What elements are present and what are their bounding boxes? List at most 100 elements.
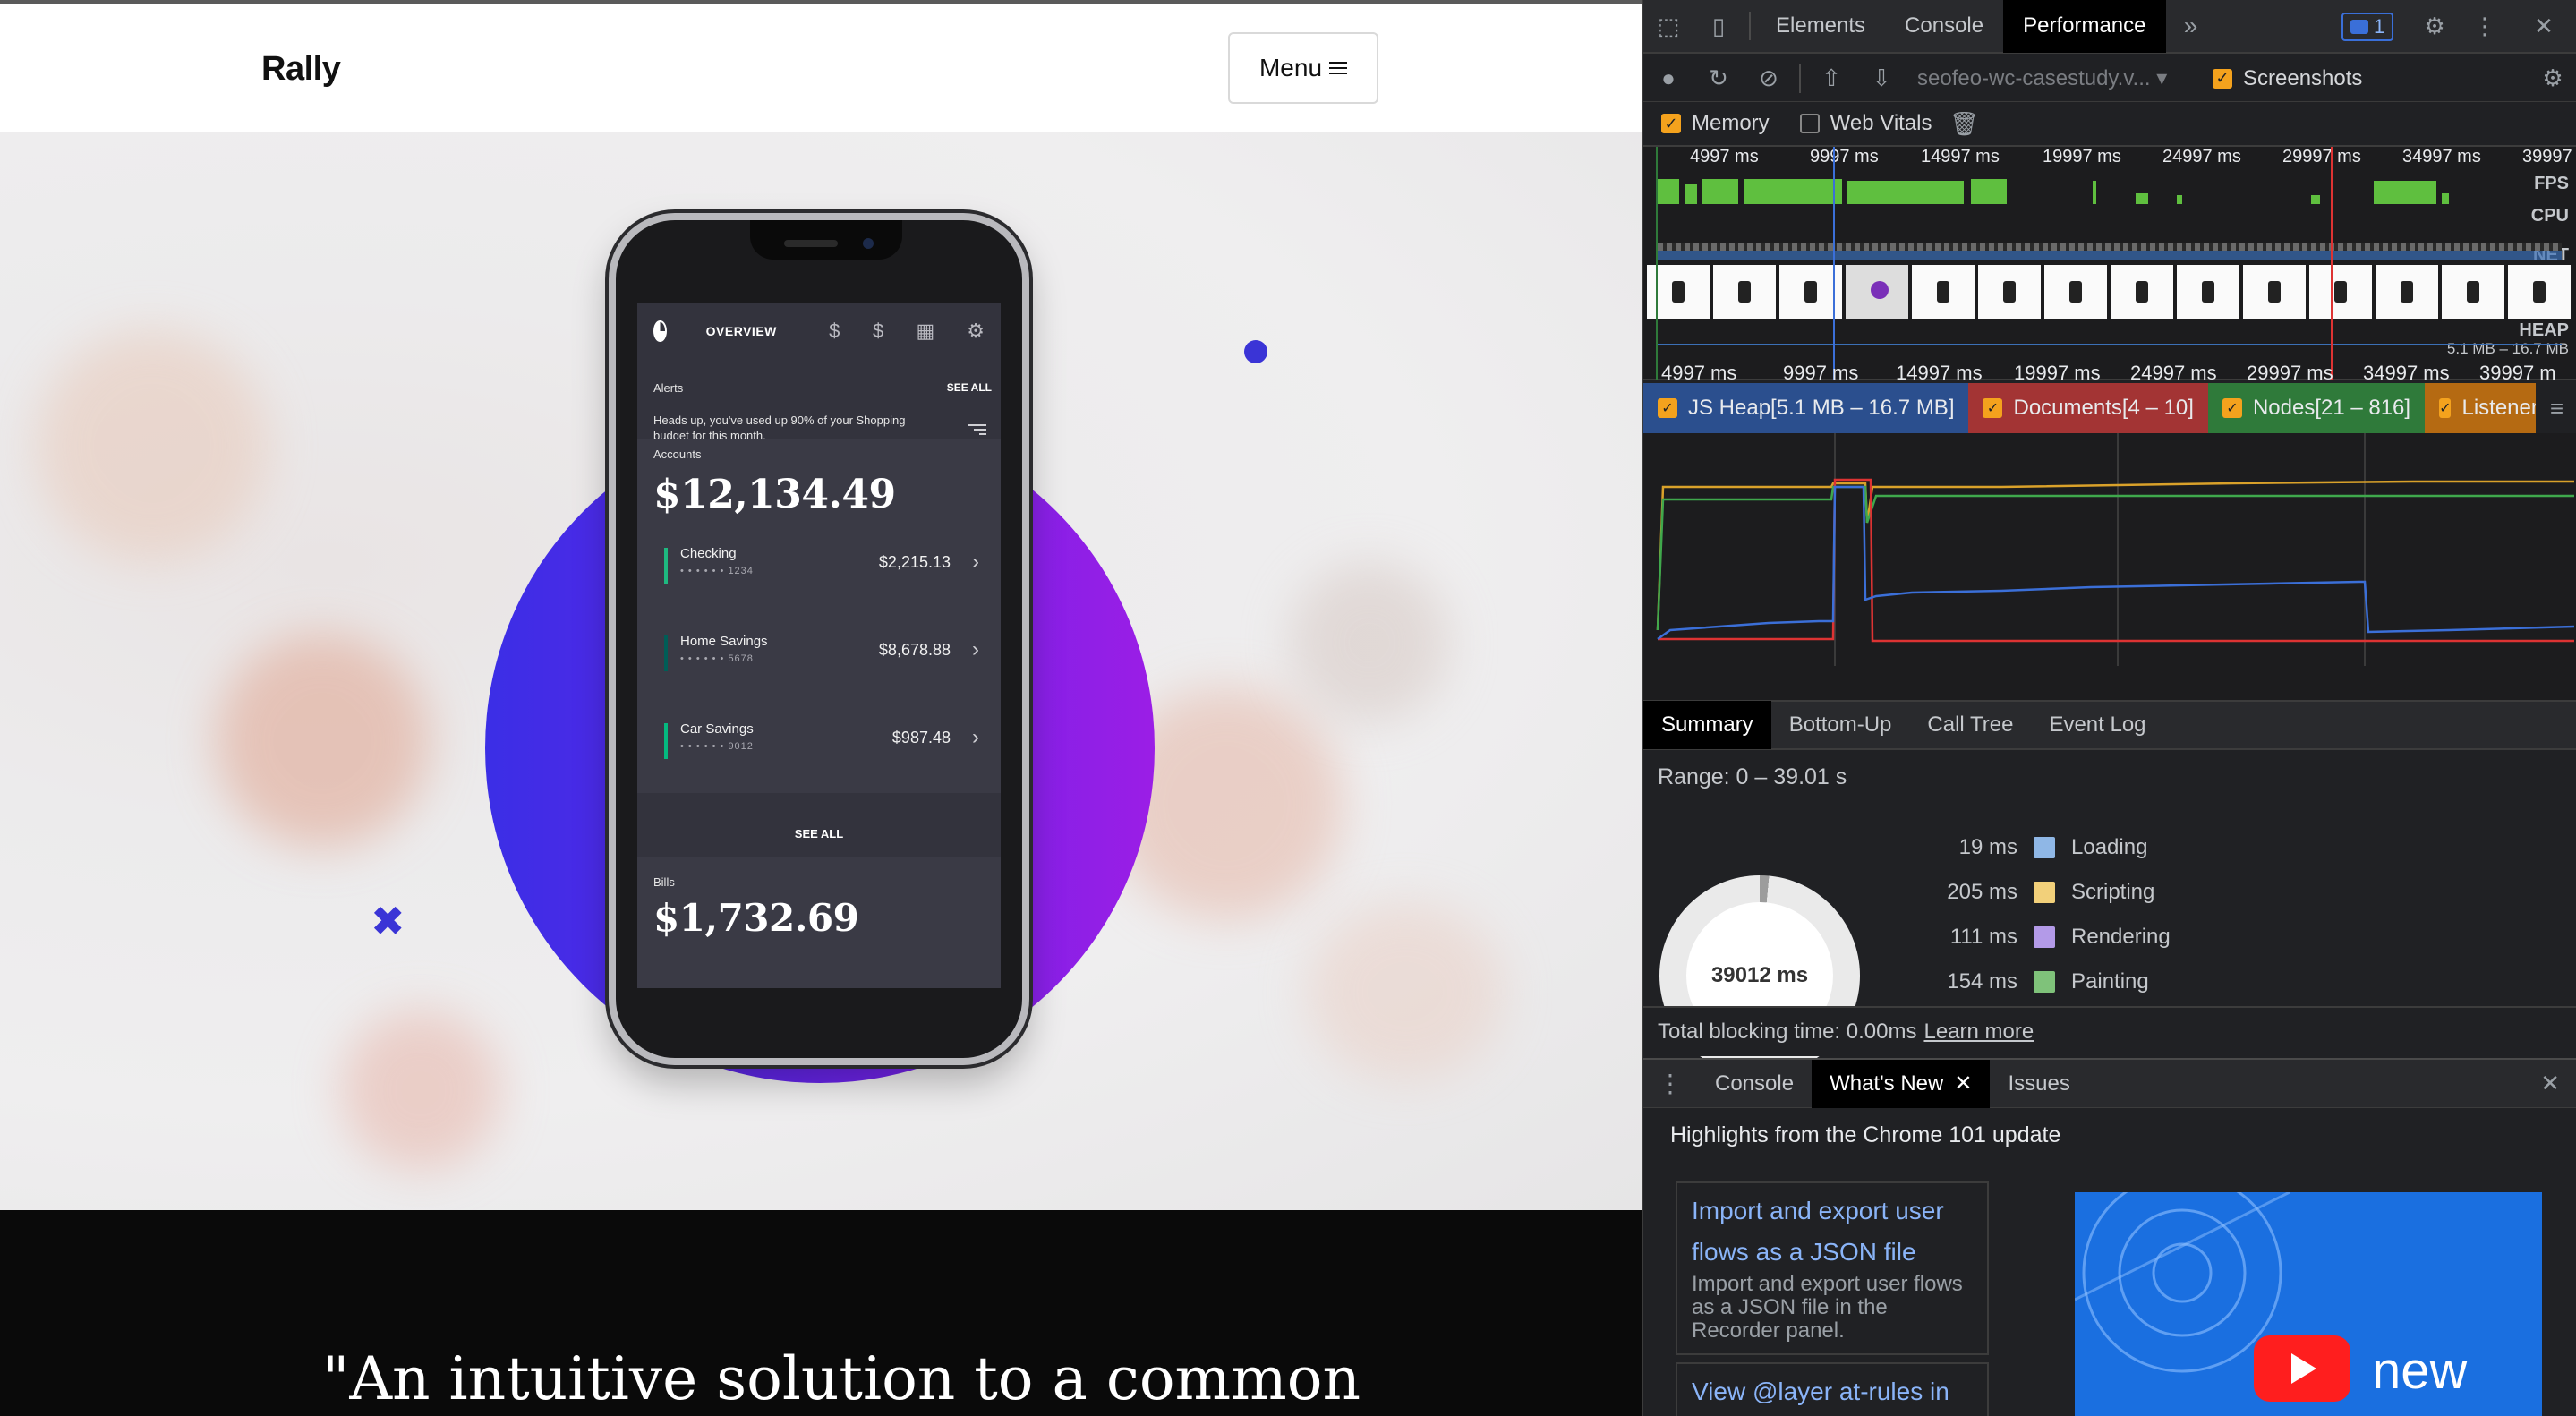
bokeh-light [1289,562,1450,723]
recording-select[interactable]: seofeo-wc-casestudy.v... ▾ [1917,65,2195,91]
drawer-tab-issues[interactable]: Issues [1990,1060,2087,1108]
overview-pie-icon [653,320,667,342]
bokeh-light [215,634,430,849]
nodes-counter[interactable]: ✓ Nodes[21 – 816] [2207,383,2426,433]
checkbox-checked-icon: ✓ [2222,398,2242,418]
js-heap-counter[interactable]: ✓ JS Heap[5.1 MB – 16.7 MB] [1643,383,1969,433]
learn-more-link[interactable]: Learn more [1923,1019,2034,1045]
fps-bar [2093,181,2096,204]
screenshots-checkbox[interactable]: ✓ Screenshots [2213,66,2362,91]
ruler-time-label: 34997 ms [2363,362,2450,384]
phone-camera [863,238,874,249]
account-color-bar [664,635,668,671]
tab-call-tree[interactable]: Call Tree [1909,701,2031,749]
device-toolbar-icon[interactable]: ▯ [1693,0,1744,53]
feature-card-title: View @layer at-rules in [1692,1378,1949,1405]
capture-settings-gear-icon[interactable]: ⚙ [2528,64,2576,92]
feature-card[interactable]: View @layer at-rules in [1676,1362,1989,1416]
legend-swatch [2034,882,2055,903]
bills-card: Bills $1,732.69 [637,857,1001,988]
fps-bar [1744,179,1842,204]
hamburger-icon [1329,62,1348,74]
overview-time-label: 19997 ms [2043,147,2121,166]
summary-legend: 19 ms Loading 205 ms Scripting 111 ms Re… [1894,825,2341,1004]
overview-time-label: 24997 ms [2162,147,2241,166]
screenshots-label: Screenshots [2243,65,2363,90]
memory-checkbox[interactable]: ✓ Memory [1661,111,1770,136]
timeline-overview[interactable]: 4997 ms 9997 ms 14997 ms 19997 ms 24997 … [1643,147,2576,384]
reload-record-icon[interactable]: ↻ [1693,64,1744,92]
more-tabs-icon[interactable]: » [2166,0,2216,53]
gear-icon: ⚙ [967,320,985,342]
tab-summary[interactable]: Summary [1643,701,1771,749]
clear-icon[interactable]: ⊘ [1744,64,1794,92]
tab-event-log[interactable]: Event Log [2031,701,2163,749]
kebab-menu-icon[interactable]: ⋮ [2460,0,2510,53]
account-color-bar [664,723,668,759]
issues-badge[interactable]: 1 [2341,13,2394,41]
youtube-play-icon[interactable] [2254,1335,2350,1402]
accounts-card: Accounts $12,134.49 Checking • • • • • •… [637,439,1001,793]
fps-bar [2177,195,2182,204]
bills-header: Bills $1,732.69 [637,875,1001,940]
legend-ms: 111 ms [1949,925,2017,949]
account-amount: $8,678.88 [878,641,951,659]
testimonial-quote: "An intuitive solution to a common [322,1344,1361,1413]
video-thumbnail[interactable]: new [2075,1192,2542,1416]
overview-time-label: 29997 ms [2282,147,2361,166]
sort-icon [968,424,986,435]
app-nav-bar: OVERVIEW $ $ ▦ ⚙ [637,303,1001,360]
ruler-time-label: 14997 ms [1896,362,1983,384]
inspect-element-icon[interactable]: ⬚ [1643,0,1693,53]
account-number: • • • • • • 1234 [680,566,754,576]
checkbox-checked-icon: ✓ [1983,398,2003,418]
web-vitals-checkbox[interactable]: Web Vitals [1799,111,1932,136]
dollar-icon: $ [829,320,840,342]
drawer-tab-whats-new[interactable]: What's New ✕ [1812,1059,1991,1108]
tbt-label: Total blocking time: 0.00ms [1658,1019,1917,1044]
performance-toolbar: ● ↻ ⊘ ⇧ ⇩ seofeo-wc-casestudy.v... ▾ ✓ S… [1643,55,2576,102]
record-icon[interactable]: ● [1643,64,1693,92]
heap-overview-line [1658,344,2562,345]
bills-label: Bills [653,875,675,889]
legend-row: 111 ms Rendering [1894,915,2341,960]
drawer-tab-console[interactable]: Console [1697,1060,1812,1108]
listeners-counter[interactable]: ✓ Listener [2425,383,2536,433]
upload-icon[interactable]: ⇧ [1806,64,1856,92]
counters-menu-icon[interactable]: ≡ [2536,383,2576,433]
screenshot-thumb [2442,265,2504,319]
feature-card[interactable]: Import and export user flows as a JSON f… [1676,1181,1989,1355]
settings-gear-icon[interactable]: ⚙ [2410,0,2460,53]
legend-name: Scripting [2071,880,2155,904]
overview-time-label: 39997 [2522,147,2572,166]
fps-bar [2136,193,2148,204]
trash-icon[interactable]: 🗑 [1940,110,1990,138]
menu-button[interactable]: Menu [1228,32,1378,104]
feature-card-description: Import and export user flows as a JSON f… [1692,1272,1963,1343]
web-page-viewport: Rally Menu ✖ OVERVIEW $ $ ▦ ⚙ Alerts SEE… [0,0,1642,1416]
tab-console[interactable]: Console [1885,0,2003,53]
documents-counter[interactable]: ✓ Documents[4 – 10] [1968,383,2208,433]
accounts-see-all: SEE ALL [794,827,844,840]
overview-time-label: 14997 ms [1921,147,2000,166]
download-icon[interactable]: ⇩ [1856,64,1906,92]
legend-row: 205 ms Scripting [1894,870,2341,915]
close-tab-icon[interactable]: ✕ [1954,1071,1972,1096]
fps-lane [1658,177,2562,204]
close-drawer-icon[interactable]: ✕ [2522,1060,2576,1108]
drawer-menu-icon[interactable]: ⋮ [1643,1060,1697,1108]
tab-bottom-up[interactable]: Bottom-Up [1771,701,1910,749]
fps-bar [1658,179,1679,204]
tab-elements[interactable]: Elements [1756,0,1885,53]
tab-performance[interactable]: Performance [2003,0,2166,53]
nodes-counter-label: Nodes[21 – 816] [2252,396,2411,420]
account-amount: $2,215.13 [878,553,951,571]
network-lane [1658,243,2562,251]
close-devtools-icon[interactable]: ✕ [2519,0,2569,53]
first-paint-marker [1656,147,1658,380]
legend-ms: 205 ms [1947,880,2017,904]
js-heap-counter-label: JS Heap[5.1 MB – 16.7 MB] [1688,396,1955,420]
accounts-label: Accounts [653,448,702,461]
legend-swatch [2034,926,2055,948]
site-logo[interactable]: Rally [261,50,341,89]
